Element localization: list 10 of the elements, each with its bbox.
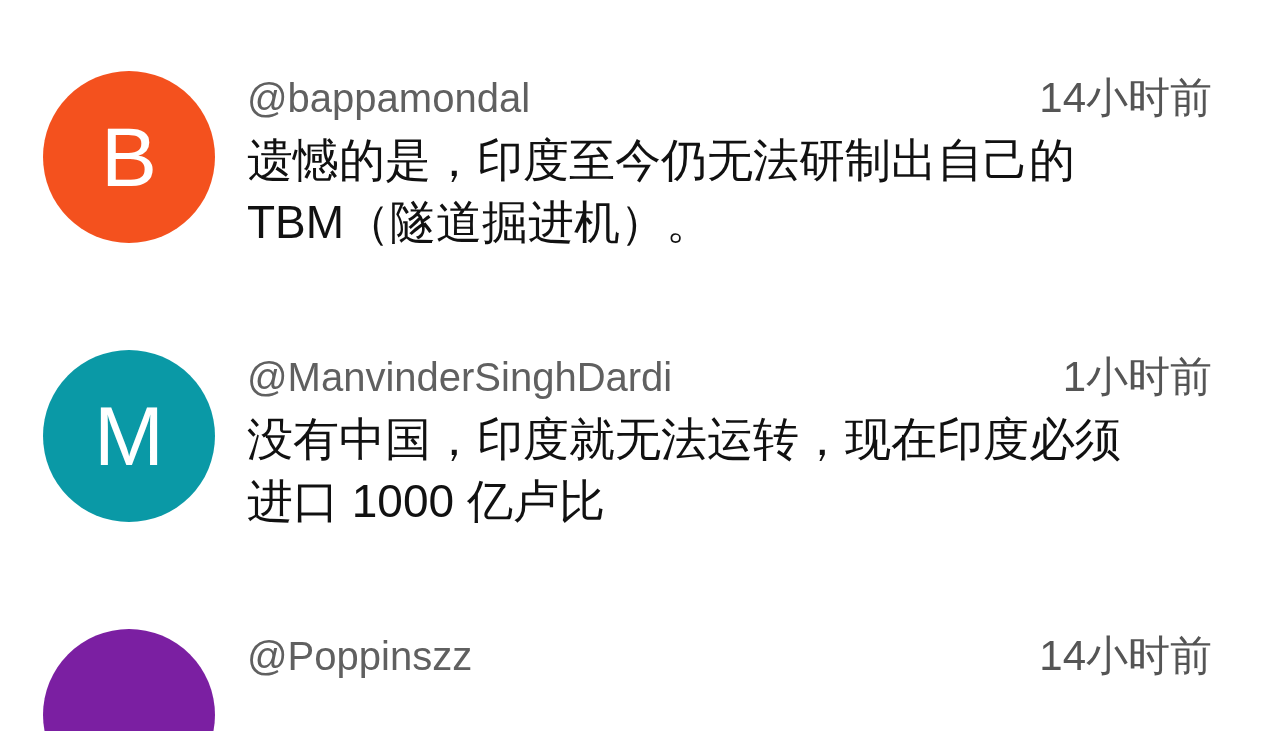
comment-time: 14小时前 bbox=[1039, 73, 1212, 123]
comment-time: 1小时前 bbox=[1062, 352, 1212, 402]
comment-author[interactable]: @ManvinderSinghDardi bbox=[247, 352, 673, 402]
comment-text: 遗憾的是，印度至今仍无法研制出自己的TBM（隧道掘进机）。 bbox=[247, 133, 1076, 250]
avatar[interactable]: M bbox=[43, 350, 215, 522]
comment-author[interactable]: @bappamondal bbox=[247, 73, 531, 123]
comment-time: 14小时前 bbox=[1039, 631, 1212, 681]
avatar[interactable]: B bbox=[43, 71, 215, 243]
comment-text: 没有中国，印度就无法运转，现在印度必须进口 1000 亿卢比 bbox=[247, 412, 1122, 529]
comment-author[interactable]: @Poppinszz bbox=[247, 631, 473, 681]
